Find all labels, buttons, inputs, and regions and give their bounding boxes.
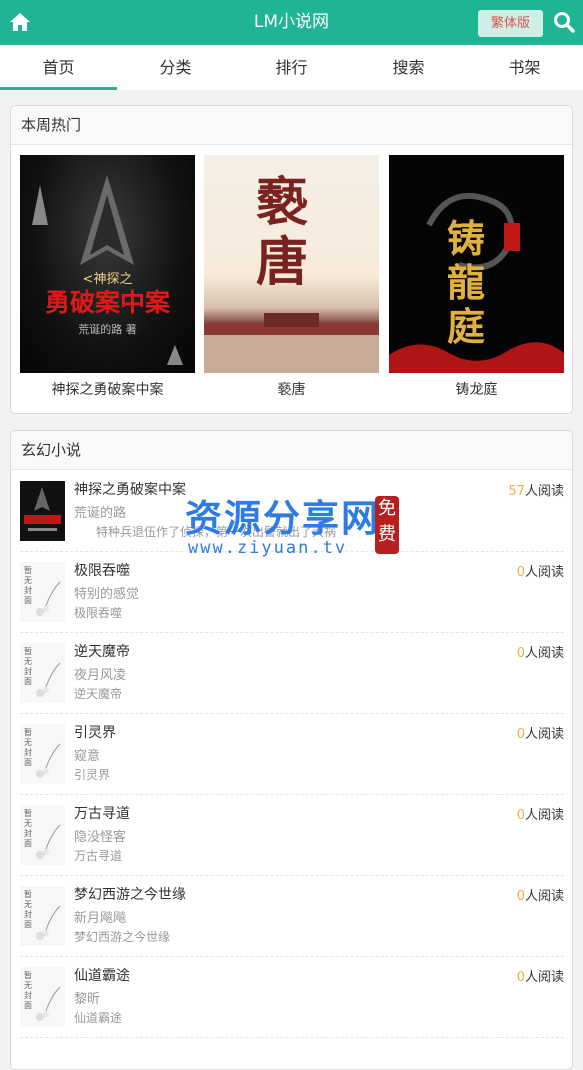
book-title[interactable]: 神探之勇破案中案 — [74, 479, 186, 499]
book-cover[interactable]: <神探之 勇破案中案 荒诞的路 著 — [20, 155, 195, 373]
hot-book-name[interactable]: 神探之勇破案中案 — [20, 373, 195, 407]
list-item[interactable]: 神探之勇破案中案 荒诞的路 特种兵退伍作了侦探，第一次出警就出了大祸 57人阅读 — [20, 471, 564, 552]
read-count-suffix: 人阅读 — [524, 970, 564, 985]
book-thumbnail[interactable]: 暂无封面 — [20, 886, 65, 946]
read-count: 0人阅读 — [517, 723, 564, 742]
book-author: 新月飚飚 — [74, 911, 127, 926]
read-count-number: 0 — [516, 727, 525, 742]
book-thumbnail[interactable]: 暂无封面 — [20, 562, 65, 622]
nav-tabs: 首页 分类 排行 搜索 书架 — [0, 45, 583, 90]
read-count-number: 0 — [516, 565, 525, 580]
book-thumbnail[interactable]: 暂无封面 — [20, 967, 65, 1027]
book-cover[interactable]: 褻唐 — [204, 155, 379, 373]
list-item[interactable]: 暂无封面 梦幻西游之今世缘 新月飚飚 梦幻西游之今世缘 0人阅读 — [20, 876, 564, 957]
book-description: 特种兵退伍作了侦探，第一次出警就出了大祸 — [96, 525, 337, 539]
traditional-chinese-button[interactable]: 繁体版 — [478, 10, 543, 37]
tab-category[interactable]: 分类 — [117, 45, 234, 90]
hot-book-1[interactable]: <神探之 勇破案中案 荒诞的路 著 神探之勇破案中案 — [20, 155, 195, 407]
book-description: 逆天魔帝 — [74, 687, 123, 701]
book-title[interactable]: 仙道霸途 — [74, 965, 130, 985]
read-count-suffix: 人阅读 — [524, 484, 564, 499]
list-item[interactable]: 暂无封面 引灵界 窥意 引灵界 0人阅读 — [20, 714, 564, 795]
hot-book-3[interactable]: 铸龍庭 铸龙庭 — [389, 155, 564, 407]
read-count-suffix: 人阅读 — [524, 646, 564, 661]
read-count: 0人阅读 — [517, 885, 564, 904]
read-count: 57人阅读 — [508, 480, 564, 499]
book-author: 夜月风凌 — [74, 668, 127, 683]
book-author: 窥意 — [74, 749, 101, 764]
book-title[interactable]: 万古寻道 — [74, 803, 130, 823]
cover-title: 勇破案中案 — [44, 288, 170, 317]
book-description: 引灵界 — [74, 768, 111, 782]
cover-author: 荒诞的路 著 — [78, 323, 137, 336]
read-count-suffix: 人阅读 — [524, 727, 564, 742]
book-author: 荒诞的路 — [74, 506, 127, 521]
read-count-number: 0 — [516, 646, 525, 661]
book-thumbnail[interactable]: 暂无封面 — [20, 643, 65, 703]
tab-home[interactable]: 首页 — [0, 45, 117, 90]
read-count-suffix: 人阅读 — [524, 565, 564, 580]
book-description: 仙道霸途 — [74, 1011, 123, 1025]
read-count: 0人阅读 — [517, 804, 564, 823]
read-count-number: 57 — [508, 484, 525, 499]
book-thumbnail[interactable]: 暂无封面 — [20, 724, 65, 784]
top-bar: LM小说网 繁体版 — [0, 0, 583, 45]
book-thumbnail[interactable] — [20, 481, 65, 541]
hot-book-name[interactable]: 铸龙庭 — [389, 373, 564, 407]
read-count: 0人阅读 — [517, 561, 564, 580]
weekly-hot-panel: 本周热门 <神探之 勇破案中案 荒诞的路 著 神探之勇破案中案 褻唐 褻唐 铸龍… — [10, 105, 573, 414]
tab-search[interactable]: 搜索 — [350, 45, 467, 90]
book-description: 万古寻道 — [74, 849, 123, 863]
search-icon[interactable] — [553, 11, 575, 33]
hot-book-2[interactable]: 褻唐 褻唐 — [204, 155, 379, 407]
list-item[interactable]: 暂无封面 极限吞噬 特别的感觉 极限吞噬 0人阅读 — [20, 552, 564, 633]
cover-title: 褻唐 — [256, 172, 309, 293]
list-item[interactable]: 暂无封面 逆天魔帝 夜月风凌 逆天魔帝 0人阅读 — [20, 633, 564, 714]
read-count: 0人阅读 — [517, 642, 564, 661]
book-title[interactable]: 逆天魔帝 — [74, 641, 130, 661]
list-item[interactable]: 暂无封面 万古寻道 隐没怪客 万古寻道 0人阅读 — [20, 795, 564, 876]
fantasy-list-title: 玄幻小说 — [11, 431, 572, 470]
book-title[interactable]: 引灵界 — [74, 722, 116, 742]
book-thumbnail[interactable]: 暂无封面 — [20, 805, 65, 865]
read-count-suffix: 人阅读 — [524, 808, 564, 823]
tab-ranking[interactable]: 排行 — [233, 45, 350, 90]
read-count-number: 0 — [516, 970, 525, 985]
read-count-suffix: 人阅读 — [524, 889, 564, 904]
read-count-number: 0 — [516, 808, 525, 823]
fantasy-list-panel: 玄幻小说 神探之勇破案中案 荒诞的路 特种兵退伍作了侦探，第一次出警就出了大祸 … — [10, 430, 573, 1070]
weekly-hot-title: 本周热门 — [11, 106, 572, 145]
book-author: 特别的感觉 — [74, 587, 140, 602]
hot-book-name[interactable]: 褻唐 — [204, 373, 379, 407]
book-author: 黎昕 — [74, 992, 101, 1007]
read-count-number: 0 — [516, 889, 525, 904]
book-title[interactable]: 极限吞噬 — [74, 560, 130, 580]
list-item[interactable]: 暂无封面 仙道霸途 黎昕 仙道霸途 0人阅读 — [20, 957, 564, 1038]
read-count: 0人阅读 — [517, 966, 564, 985]
book-author: 隐没怪客 — [74, 830, 127, 845]
cover-title: 铸龍庭 — [447, 216, 486, 349]
book-cover[interactable]: 铸龍庭 — [389, 155, 564, 373]
tab-bookshelf[interactable]: 书架 — [466, 45, 583, 90]
book-description: 梦幻西游之今世缘 — [74, 930, 171, 944]
book-description: 极限吞噬 — [74, 606, 123, 620]
book-title[interactable]: 梦幻西游之今世缘 — [74, 884, 186, 904]
